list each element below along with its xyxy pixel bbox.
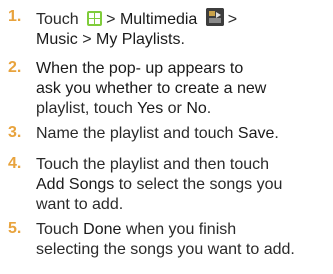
step-5-line-1: Touch Done when you finish [36, 221, 237, 238]
step-4-line-2: Add Songs to select the songs you [36, 176, 283, 193]
no-label: No [186, 100, 207, 117]
music-label: Music [36, 31, 78, 48]
yes-label: Yes [137, 100, 164, 117]
step-2-line-2: ask you whether to create a new [36, 80, 267, 97]
step-number: 5. [8, 220, 22, 237]
step-1-line-2: Music > My Playlists. [36, 31, 185, 48]
step-number: 4. [8, 155, 22, 172]
step-2-line-1: When the pop- up appears to [36, 60, 244, 77]
step-2-line-3: playlist, touch Yes or No. [36, 100, 212, 117]
step-number: 3. [8, 124, 22, 141]
instruction-steps: 1. Touch > Multimedia > Music > My Playl… [0, 0, 333, 274]
save-label: Save [237, 125, 275, 142]
step-3-line-1: Name the playlist and touch Save. [36, 125, 279, 142]
step-4-line-1: Touch the playlist and then touch [36, 156, 270, 173]
apps-grid-icon [87, 11, 103, 26]
multimedia-icon [205, 8, 224, 26]
step-4-line-3: want to add. [36, 196, 124, 213]
step-number: 1. [8, 8, 22, 25]
step-5-line-2: selecting the songs you want to add. [36, 241, 295, 258]
step-number: 2. [8, 59, 22, 76]
add-songs-label: Add Songs [36, 176, 115, 193]
multimedia-label: Multimedia [119, 11, 198, 28]
step-1-line-1: Touch > Multimedia > [36, 8, 237, 28]
done-label: Done [83, 221, 122, 238]
my-playlists-label: My Playlists [96, 31, 181, 48]
